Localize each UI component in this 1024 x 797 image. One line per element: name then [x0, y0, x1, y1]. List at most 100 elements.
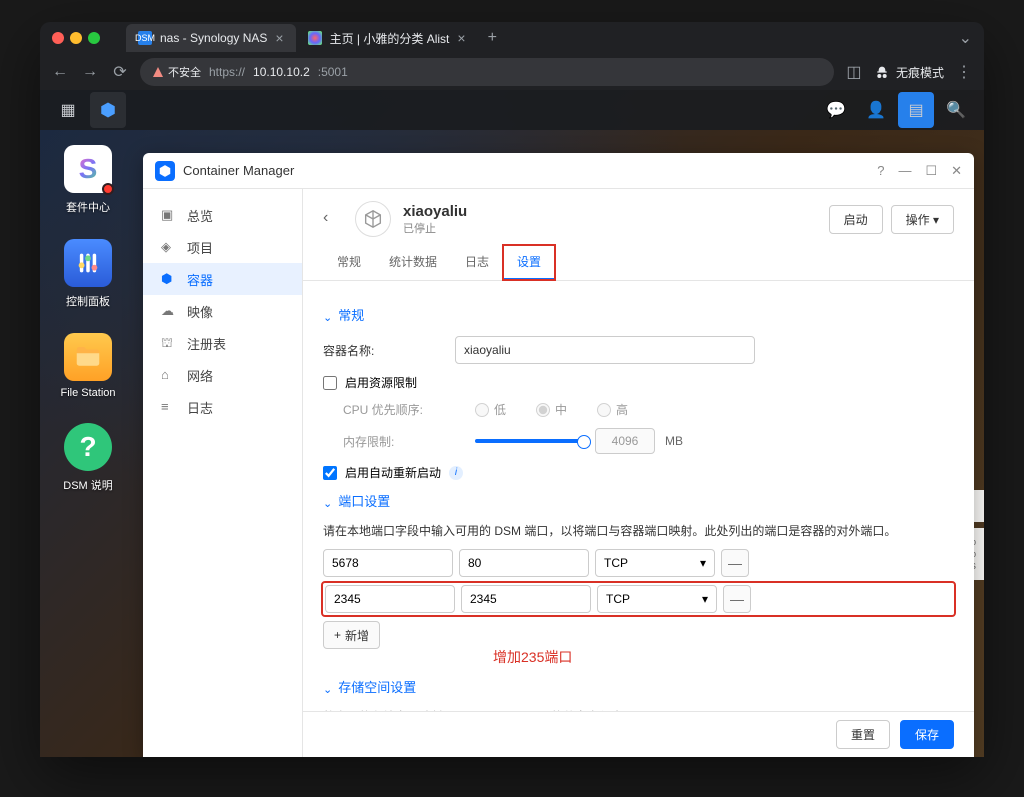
operations-button[interactable]: 操作 ▾ [891, 205, 954, 234]
address-bar[interactable]: 不安全 https:// 10.10.10.2 :5001 [140, 58, 834, 86]
save-button[interactable]: 保存 [900, 720, 954, 749]
back-icon[interactable]: ‹ [323, 209, 343, 229]
container-name: xiaoyaliu [403, 203, 467, 220]
close-window-btn[interactable] [52, 32, 64, 44]
name-label: 容器名称: [323, 342, 443, 359]
app-icon [155, 161, 175, 181]
remove-port-button[interactable]: — [721, 549, 749, 577]
start-button[interactable]: 启动 [829, 205, 883, 234]
maximize-window-btn[interactable] [88, 32, 100, 44]
apps-menu-icon[interactable]: ▦ [50, 92, 86, 128]
desktop-icon-control-panel[interactable]: 控制面板 [48, 239, 128, 309]
desktop-icon-help[interactable]: ? DSM 说明 [48, 423, 128, 493]
cpu-low-radio [475, 403, 489, 417]
window-title: Container Manager [183, 163, 294, 178]
extension-icon[interactable]: ◫ [844, 62, 864, 82]
url-port: :5001 [318, 65, 348, 79]
section-general[interactable]: 常规 [323, 305, 954, 324]
search-icon[interactable]: 🔍 [938, 92, 974, 128]
container-name-input[interactable] [455, 336, 755, 364]
port-row-2: TCP▾ — [323, 583, 954, 615]
chat-icon[interactable]: 💬 [818, 92, 854, 128]
add-port-button[interactable]: + 新增 [323, 621, 380, 649]
widgets-icon[interactable]: ▤ [898, 92, 934, 128]
minimize-icon[interactable]: — [898, 163, 911, 178]
chevron-down-icon[interactable]: ⌄ [959, 28, 972, 48]
section-port[interactable]: 端口设置 [323, 491, 954, 510]
container-port-input[interactable] [461, 585, 591, 613]
new-tab-button[interactable]: + [478, 29, 507, 47]
tab-title: nas - Synology NAS [160, 31, 267, 45]
auto-restart-checkbox[interactable] [323, 466, 337, 480]
tab-settings[interactable]: 设置 [503, 245, 555, 280]
desktop-icons: S 套件中心 控制面板 File Station ? DSM 说明 [48, 145, 128, 493]
sidebar-item-image[interactable]: ☁映像 [143, 295, 302, 327]
browser-tab-1[interactable]: DSM nas - Synology NAS × [126, 24, 296, 52]
maximize-icon[interactable]: ☐ [925, 163, 937, 179]
resource-limit-label: 启用资源限制 [345, 374, 417, 391]
desktop-icon-package-center[interactable]: S 套件中心 [48, 145, 128, 215]
protocol-select[interactable]: TCP▾ [597, 585, 717, 613]
cpu-mid-radio [536, 403, 550, 417]
tab-stats[interactable]: 统计数据 [375, 245, 451, 280]
close-tab-icon[interactable]: × [275, 30, 283, 46]
sidebar-item-container[interactable]: ⬢容器 [143, 263, 302, 295]
memory-input [595, 428, 655, 454]
reload-icon[interactable]: ⟳ [110, 62, 130, 82]
sidebar-item-log[interactable]: ≡日志 [143, 391, 302, 423]
url-host: 10.10.10.2 [253, 65, 310, 79]
cpu-high-radio [597, 403, 611, 417]
container-manager-taskbar-icon[interactable] [90, 92, 126, 128]
back-icon[interactable]: ← [50, 63, 70, 81]
user-icon[interactable]: 👤 [858, 92, 894, 128]
close-tab-icon[interactable]: × [457, 30, 465, 46]
remove-port-button[interactable]: — [723, 585, 751, 613]
protocol-select[interactable]: TCP▾ [595, 549, 715, 577]
footer-bar: 重置 保存 [303, 711, 974, 757]
cpu-label: CPU 优先顺序: [343, 401, 463, 418]
sidebar-item-overview[interactable]: ▣总览 [143, 199, 302, 231]
tab-log[interactable]: 日志 [451, 245, 503, 280]
local-port-input[interactable] [323, 549, 453, 577]
section-volume[interactable]: 存储空间设置 [323, 677, 954, 696]
container-manager-window: Container Manager ? — ☐ ✕ ▣总览 ◈项目 ⬢容器 ☁映… [143, 153, 974, 757]
form-area: 常规 容器名称: 启用资源限制 CPU 优先顺序: 低 [303, 281, 974, 757]
port-help: 请在本地端口字段中输入可用的 DSM 端口，以将端口与容器端口映射。此处列出的端… [323, 522, 954, 539]
window-header: Container Manager ? — ☐ ✕ [143, 153, 974, 189]
menu-icon[interactable]: ⋮ [954, 62, 974, 82]
url-scheme: https:// [209, 65, 245, 79]
main-panel: ‹ xiaoyaliu 已停止 启动 操作 ▾ 常规 统计数据 [303, 189, 974, 757]
info-icon[interactable]: i [449, 466, 463, 480]
url-bar-row: ← → ⟳ 不安全 https://10.10.10.2:5001 ◫ 无痕模式… [40, 54, 984, 90]
resource-limit-checkbox[interactable] [323, 376, 337, 390]
sidebar-item-project[interactable]: ◈项目 [143, 231, 302, 263]
container-avatar-icon [355, 201, 391, 237]
desktop-icon-file-station[interactable]: File Station [48, 333, 128, 399]
mem-unit: MB [665, 434, 683, 448]
annotation-text: 增加235端口 [493, 647, 954, 667]
sidebar-item-registry[interactable]: ⛫注册表 [143, 327, 302, 359]
auto-restart-label: 启用自动重新启动 [345, 464, 441, 481]
dsm-topbar: ▦ 💬 👤 ▤ 🔍 [40, 90, 984, 130]
minimize-window-btn[interactable] [70, 32, 82, 44]
panel-header: ‹ xiaoyaliu 已停止 启动 操作 ▾ [303, 189, 974, 237]
favicon [308, 31, 322, 45]
forward-icon[interactable]: → [80, 63, 100, 81]
port-row-1: TCP▾ — [323, 549, 954, 577]
reset-button[interactable]: 重置 [836, 720, 890, 749]
browser-window: DSM nas - Synology NAS × 主页 | 小雅的分类 Alis… [40, 22, 984, 757]
container-port-input[interactable] [459, 549, 589, 577]
tab-general[interactable]: 常规 [323, 245, 375, 280]
local-port-input[interactable] [325, 585, 455, 613]
port-table: TCP▾ — TCP▾ — [323, 549, 954, 615]
browser-tabs: DSM nas - Synology NAS × 主页 | 小雅的分类 Alis… [126, 24, 507, 52]
favicon: DSM [138, 31, 152, 45]
close-icon[interactable]: ✕ [951, 163, 962, 179]
tab-title: 主页 | 小雅的分类 Alist [330, 30, 450, 47]
title-bar: DSM nas - Synology NAS × 主页 | 小雅的分类 Alis… [40, 22, 984, 54]
insecure-badge[interactable]: 不安全 [152, 64, 201, 80]
memory-slider [475, 439, 585, 443]
sidebar-item-network[interactable]: ⌂网络 [143, 359, 302, 391]
help-icon[interactable]: ? [877, 163, 884, 178]
browser-tab-2[interactable]: 主页 | 小雅的分类 Alist × [296, 24, 478, 52]
